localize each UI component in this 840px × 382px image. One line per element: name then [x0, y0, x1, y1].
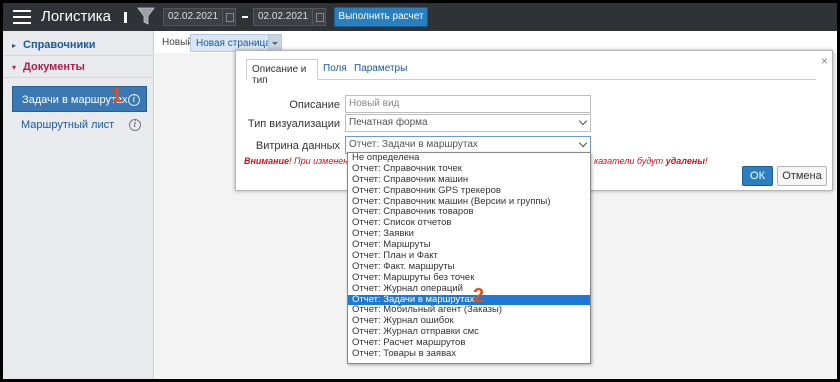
sidebar-section-label: Справочники — [23, 39, 96, 51]
sidebar-section-label: Документы — [23, 61, 85, 73]
description-input[interactable]: Новый вид — [345, 95, 591, 113]
visualization-type-select[interactable]: Печатная форма — [345, 114, 591, 132]
tab-parameters[interactable]: Параметры — [349, 59, 412, 80]
calendar-icon[interactable] — [312, 8, 326, 26]
tab-fields[interactable]: Поля — [318, 59, 352, 80]
title-separator — [124, 12, 127, 23]
chevron-down-icon — [578, 116, 588, 126]
info-icon[interactable]: i — [129, 119, 141, 131]
date-to-input[interactable]: 02.02.2021 — [253, 8, 321, 26]
dropdown-option[interactable]: Отчет: Журнал операций — [348, 283, 590, 295]
dropdown-option[interactable]: Отчет: Справочник GPS трекеров — [348, 185, 590, 197]
warning-text: Внимание! При изменен — [244, 156, 348, 166]
annotation-number-1: 1 — [111, 85, 123, 107]
run-calculation-button[interactable]: Выполнить расчет — [334, 7, 428, 27]
app-title: Логистика — [41, 8, 112, 25]
annotation-number-2: 2 — [473, 285, 485, 307]
close-icon[interactable]: × — [821, 54, 828, 68]
chevron-down-icon: ▾ — [12, 63, 17, 72]
sidebar-section-documents[interactable]: ▾ Документы — [3, 56, 154, 78]
visualization-type-label: Тип визуализации — [247, 118, 340, 130]
chevron-down-icon — [578, 138, 588, 148]
dialog-tabs: Описание и тип Поля Параметры — [246, 59, 816, 86]
warning-text-tail: казатели будут удалены! — [594, 156, 708, 166]
sidebar-section-references[interactable]: ▸ Справочники — [3, 34, 154, 56]
calendar-icon[interactable] — [222, 8, 236, 26]
info-icon[interactable]: i — [128, 94, 140, 106]
sidebar-item-label: Маршрутный лист — [21, 119, 115, 131]
date-from-input[interactable]: 02.02.2021 — [163, 8, 231, 26]
sidebar: ▸ Справочники ▾ Документы Задачи в маршр… — [3, 31, 154, 379]
warning-prefix: Внимание — [244, 156, 290, 166]
filter-icon[interactable] — [137, 6, 155, 26]
chevron-right-icon: ▸ — [12, 41, 17, 50]
dropdown-option[interactable]: Отчет: Товары в заявах — [348, 348, 590, 360]
sidebar-item-route-tasks[interactable]: Задачи в маршрутах i — [12, 86, 147, 112]
warning-tail-bold: удалены — [665, 156, 705, 166]
data-showcase-value: Отчет: Задачи в маршрутах — [349, 139, 478, 150]
sidebar-item-route-sheet[interactable]: Маршрутный лист i — [12, 112, 147, 138]
warning-tail-end: ! — [704, 156, 708, 166]
menu-icon[interactable] — [13, 10, 31, 24]
ok-button[interactable]: ОК — [742, 166, 773, 186]
description-label: Описание — [289, 99, 340, 111]
top-toolbar: Логистика 02.02.2021 02.02.2021 Выполнит… — [3, 3, 837, 31]
app-window: Логистика 02.02.2021 02.02.2021 Выполнит… — [0, 0, 840, 382]
cancel-button[interactable]: Отмена — [777, 166, 827, 186]
data-showcase-label: Витрина данных — [255, 140, 340, 152]
date-range-dash — [242, 16, 248, 18]
data-showcase-dropdown-list: Не определена Отчет: Справочник точек Отче… — [347, 152, 591, 364]
visualization-type-value: Печатная форма — [349, 117, 428, 128]
tab-description-type[interactable]: Описание и тип — [246, 59, 318, 86]
warning-tail-body: казатели будут — [594, 156, 664, 166]
warning-body: ! При изменен — [289, 156, 349, 166]
